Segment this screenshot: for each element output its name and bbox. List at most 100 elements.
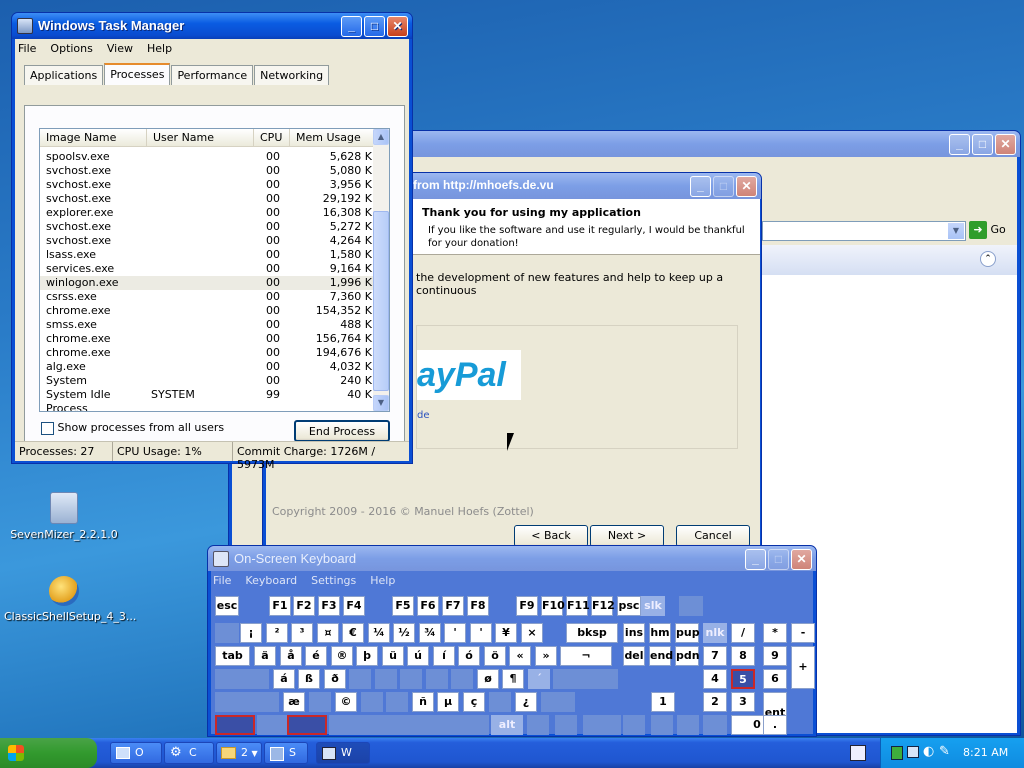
osk-key[interactable]: pup bbox=[675, 623, 700, 643]
next-button[interactable]: Next > bbox=[590, 525, 664, 547]
osk-key[interactable]: ó bbox=[458, 646, 480, 666]
osk-key[interactable]: tab bbox=[215, 646, 250, 666]
osk-key[interactable]: hm bbox=[649, 623, 671, 643]
osk-key[interactable] bbox=[426, 669, 448, 689]
minimize-icon[interactable]: _ bbox=[341, 16, 362, 37]
osk-key[interactable]: F3 bbox=[318, 596, 340, 616]
scroll-up-icon[interactable]: ▲ bbox=[373, 129, 389, 145]
osk-key[interactable] bbox=[257, 715, 287, 735]
menu-file[interactable]: File bbox=[18, 42, 36, 56]
osk-key[interactable]: ¥ bbox=[495, 623, 517, 643]
osk-key[interactable]: å bbox=[280, 646, 302, 666]
osk-key[interactable] bbox=[215, 692, 279, 712]
osk-key[interactable] bbox=[677, 715, 699, 735]
process-list-scrollbar[interactable]: ▲ ▼ bbox=[373, 129, 389, 411]
osk-key[interactable] bbox=[583, 715, 621, 735]
osk-key[interactable]: ¾ bbox=[419, 623, 441, 643]
maximize-icon[interactable]: □ bbox=[972, 134, 993, 155]
osk-key[interactable]: / bbox=[731, 623, 755, 643]
osk-key[interactable]: 1 bbox=[651, 692, 675, 712]
osk-key[interactable]: 6 bbox=[763, 669, 787, 689]
osk-key[interactable]: ø bbox=[477, 669, 499, 689]
keyboard-tray-icon[interactable] bbox=[850, 745, 866, 761]
process-row[interactable]: chrome.exe 00 156,764 K bbox=[40, 332, 389, 346]
osk-key[interactable]: ' bbox=[470, 623, 492, 643]
osk-key[interactable]: 5 bbox=[731, 669, 755, 689]
process-row[interactable]: System 00 240 K bbox=[40, 374, 389, 388]
osk-key[interactable]: F7 bbox=[442, 596, 464, 616]
osk-key[interactable]: ä bbox=[254, 646, 276, 666]
osk-key[interactable]: ü bbox=[382, 646, 404, 666]
back-button[interactable]: < Back bbox=[514, 525, 588, 547]
process-row[interactable]: smss.exe 00 488 K bbox=[40, 318, 389, 332]
tab-performance[interactable]: Performance bbox=[171, 65, 254, 85]
process-row[interactable]: svchost.exe 00 29,192 K bbox=[40, 192, 389, 206]
osk-key[interactable]: 8 bbox=[731, 646, 755, 666]
close-icon[interactable]: ✕ bbox=[736, 176, 757, 197]
scroll-thumb[interactable] bbox=[373, 211, 389, 391]
osk-key[interactable]: € bbox=[342, 623, 364, 643]
osk-key[interactable]: ¼ bbox=[368, 623, 390, 643]
desktop-icon-sevenmizer[interactable]: SevenMizer_2.2.1.0 bbox=[4, 492, 124, 541]
osk-key[interactable]: ¶ bbox=[502, 669, 524, 689]
osk-key[interactable]: á bbox=[273, 669, 295, 689]
menu-options[interactable]: Options bbox=[50, 42, 92, 56]
maximize-icon[interactable]: □ bbox=[364, 16, 385, 37]
osk-key[interactable]: ¬ bbox=[560, 646, 612, 666]
taskbar-button-folders[interactable]: 2 ▼ bbox=[216, 742, 262, 764]
osk-key[interactable]: F12 bbox=[591, 596, 615, 616]
osk-key[interactable]: 7 bbox=[703, 646, 727, 666]
osk-key[interactable] bbox=[651, 715, 673, 735]
osk-key[interactable] bbox=[489, 692, 511, 712]
osk-key[interactable]: ç bbox=[463, 692, 485, 712]
osk-key[interactable]: 3 bbox=[731, 692, 755, 712]
process-row[interactable]: lsass.exe 00 1,580 K bbox=[40, 248, 389, 262]
scroll-down-icon[interactable]: ▼ bbox=[373, 395, 389, 411]
osk-key[interactable]: del bbox=[623, 646, 645, 666]
osk-key[interactable]: » bbox=[535, 646, 557, 666]
process-row[interactable]: chrome.exe 00 194,676 K bbox=[40, 346, 389, 360]
osk-key[interactable] bbox=[309, 692, 331, 712]
osk-key[interactable]: alt bbox=[491, 715, 523, 735]
osk-key[interactable]: ¡ bbox=[240, 623, 262, 643]
taskbar-button-o[interactable]: O bbox=[110, 742, 162, 764]
osk-key[interactable]: 9 bbox=[763, 646, 787, 666]
osk-key[interactable] bbox=[349, 669, 371, 689]
osk-key[interactable]: ¤ bbox=[317, 623, 339, 643]
osk-key[interactable]: F10 bbox=[541, 596, 565, 616]
osk-key[interactable] bbox=[566, 669, 618, 689]
osk-key[interactable]: slk bbox=[641, 596, 665, 616]
osk-key[interactable]: F4 bbox=[343, 596, 365, 616]
end-process-button[interactable]: End Process bbox=[294, 420, 390, 442]
close-icon[interactable]: ✕ bbox=[995, 134, 1016, 155]
process-row[interactable]: svchost.exe 00 4,264 K bbox=[40, 234, 389, 248]
process-row[interactable]: System Idle Process SYSTEM 99 40 K bbox=[40, 388, 389, 411]
osk-key[interactable]: × bbox=[521, 623, 543, 643]
close-icon[interactable]: ✕ bbox=[387, 16, 408, 37]
osk-key[interactable]: ins bbox=[623, 623, 645, 643]
osk-key[interactable]: ¿ bbox=[515, 692, 537, 712]
osk-key[interactable]: 2 bbox=[703, 692, 727, 712]
osk-key[interactable]: æ bbox=[283, 692, 305, 712]
process-row[interactable]: winlogon.exe 00 1,996 K bbox=[40, 276, 389, 290]
menu-view[interactable]: View bbox=[107, 42, 133, 56]
process-row[interactable]: services.exe 00 9,164 K bbox=[40, 262, 389, 276]
osk-key[interactable] bbox=[623, 715, 645, 735]
osk-key[interactable]: ' bbox=[444, 623, 466, 643]
osk-key[interactable]: F8 bbox=[467, 596, 489, 616]
start-button[interactable] bbox=[0, 738, 97, 768]
cancel-button[interactable]: Cancel bbox=[676, 525, 750, 547]
osk-key[interactable]: bksp bbox=[566, 623, 618, 643]
osk-key[interactable]: F11 bbox=[566, 596, 590, 616]
osk-key[interactable]: ú bbox=[407, 646, 429, 666]
column-cpu[interactable]: CPU bbox=[254, 129, 290, 146]
tab-applications[interactable]: Applications bbox=[24, 65, 104, 85]
process-list[interactable]: Image Name User Name CPU Mem Usage spool… bbox=[39, 128, 390, 412]
osk-key[interactable]: psc bbox=[617, 596, 641, 616]
column-mem-usage[interactable]: Mem Usage bbox=[290, 129, 376, 146]
osk-key[interactable]: F6 bbox=[417, 596, 439, 616]
process-row[interactable]: svchost.exe 00 5,272 K bbox=[40, 220, 389, 234]
osk-key[interactable]: + bbox=[791, 646, 815, 689]
minimize-icon[interactable]: _ bbox=[690, 176, 711, 197]
osk-key[interactable]: ñ bbox=[412, 692, 434, 712]
